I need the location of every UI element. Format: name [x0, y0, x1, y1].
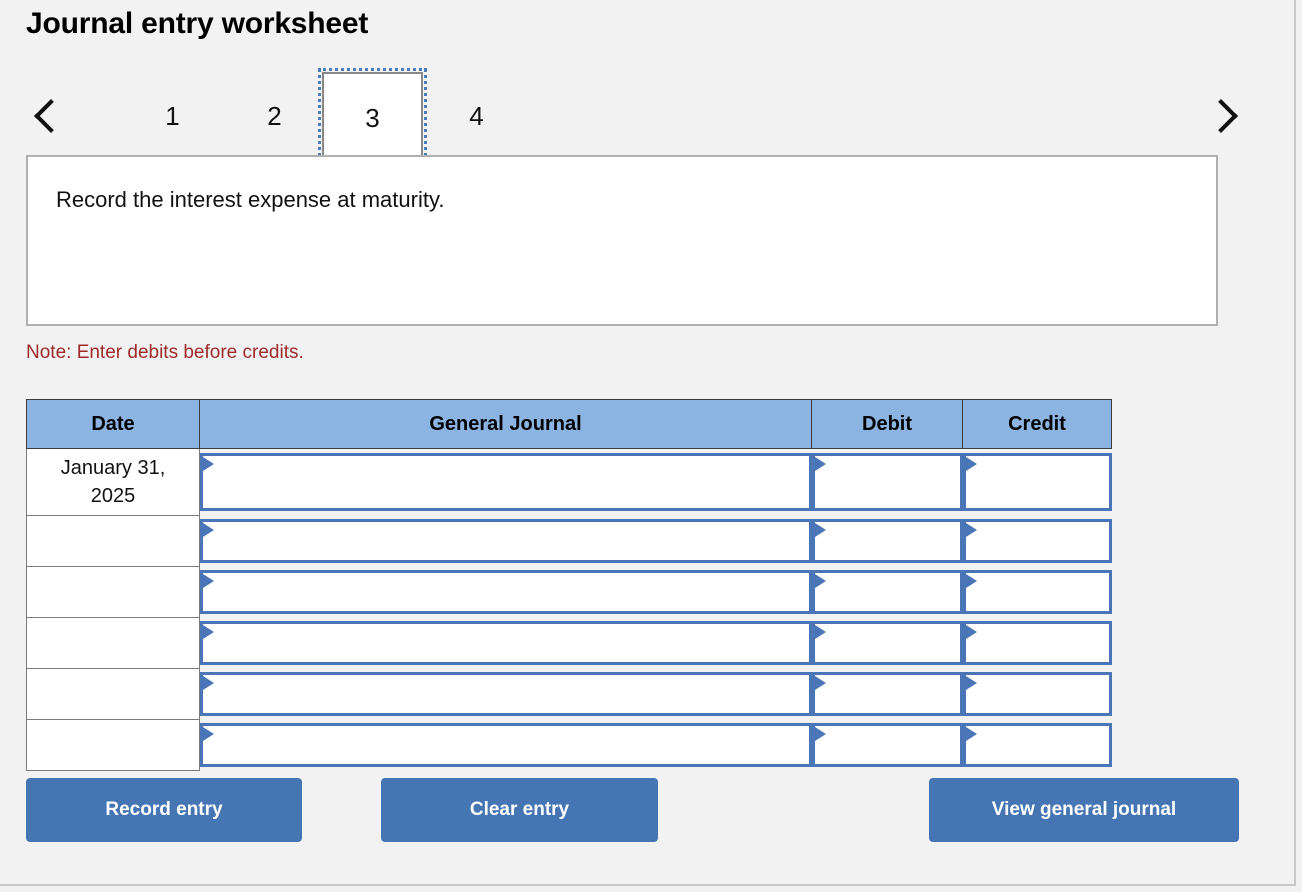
debit-input[interactable]	[811, 453, 963, 512]
dropdown-triangle-icon	[814, 676, 826, 690]
clear-entry-button[interactable]: Clear entry	[381, 778, 658, 842]
dropdown-triangle-icon	[965, 625, 977, 639]
page-title: Journal entry worksheet	[26, 7, 369, 40]
account-input[interactable]	[200, 621, 812, 665]
debit-input[interactable]	[811, 570, 963, 614]
dropdown-triangle-icon	[814, 727, 826, 741]
debit-input[interactable]	[811, 672, 963, 716]
dropdown-triangle-icon	[203, 676, 214, 690]
cell-debit[interactable]	[811, 719, 963, 771]
page-tab-2[interactable]: 2	[224, 72, 325, 160]
table-row: January 31, 2025	[26, 448, 1112, 516]
dropdown-triangle-icon	[965, 574, 977, 588]
cell-credit[interactable]	[962, 617, 1112, 669]
credit-input[interactable]	[962, 570, 1112, 614]
table-row	[26, 719, 1112, 771]
cell-date[interactable]	[26, 617, 200, 669]
instruction-text: Record the interest expense at maturity.	[56, 187, 445, 212]
cell-credit[interactable]	[962, 719, 1112, 771]
cell-date[interactable]	[26, 566, 200, 618]
page-tab-3[interactable]: 3	[318, 68, 427, 164]
credit-input[interactable]	[962, 672, 1112, 716]
dropdown-triangle-icon	[814, 574, 826, 588]
debit-input[interactable]	[811, 621, 963, 665]
dropdown-triangle-icon	[814, 457, 826, 472]
cell-debit[interactable]	[811, 566, 963, 618]
account-input[interactable]	[200, 723, 812, 767]
cell-debit[interactable]	[811, 617, 963, 669]
cell-credit[interactable]	[962, 566, 1112, 618]
view-general-journal-button[interactable]: View general journal	[929, 778, 1239, 842]
column-header-date: Date	[26, 399, 200, 449]
cell-date[interactable]: January 31, 2025	[26, 448, 200, 516]
cell-debit[interactable]	[811, 668, 963, 720]
page-tab-4[interactable]: 4	[426, 72, 527, 160]
dropdown-triangle-icon	[203, 457, 214, 472]
record-entry-button[interactable]: Record entry	[26, 778, 302, 842]
credit-input[interactable]	[962, 621, 1112, 665]
credit-input[interactable]	[962, 453, 1112, 512]
credit-input[interactable]	[962, 723, 1112, 767]
table-header-row: Date General Journal Debit Credit	[26, 399, 1112, 449]
dropdown-triangle-icon	[965, 457, 977, 472]
column-header-general-journal: General Journal	[199, 399, 812, 449]
cell-date[interactable]	[26, 515, 200, 567]
table-row	[26, 515, 1112, 567]
instruction-panel: Record the interest expense at maturity.	[26, 155, 1218, 326]
chevron-left-icon	[34, 99, 68, 133]
table-row	[26, 566, 1112, 618]
dropdown-triangle-icon	[203, 727, 214, 741]
table-row	[26, 668, 1112, 720]
cell-debit[interactable]	[811, 515, 963, 567]
pagination-bar: 1 2 3 4	[26, 68, 1246, 164]
debit-input[interactable]	[811, 723, 963, 767]
cell-credit[interactable]	[962, 515, 1112, 567]
dropdown-triangle-icon	[965, 676, 977, 690]
cell-general-journal[interactable]	[199, 566, 812, 618]
dropdown-triangle-icon	[814, 625, 826, 639]
cell-credit[interactable]	[962, 448, 1112, 516]
cell-general-journal[interactable]	[199, 617, 812, 669]
cell-credit[interactable]	[962, 668, 1112, 720]
cell-date[interactable]	[26, 719, 200, 771]
dropdown-triangle-icon	[965, 727, 977, 741]
cell-general-journal[interactable]	[199, 448, 812, 516]
account-input[interactable]	[200, 453, 812, 512]
debits-before-credits-note: Note: Enter debits before credits.	[26, 342, 304, 363]
column-header-credit: Credit	[962, 399, 1112, 449]
dropdown-triangle-icon	[814, 523, 826, 537]
worksheet-page: Journal entry worksheet 1 2 3 4 Record t…	[0, 0, 1296, 886]
account-input[interactable]	[200, 519, 812, 563]
credit-input[interactable]	[962, 519, 1112, 563]
cell-date[interactable]	[26, 668, 200, 720]
debit-input[interactable]	[811, 519, 963, 563]
previous-page-button[interactable]	[26, 72, 70, 160]
next-page-button[interactable]	[1202, 72, 1246, 160]
account-input[interactable]	[200, 672, 812, 716]
page-tab-1[interactable]: 1	[122, 72, 223, 160]
dropdown-triangle-icon	[203, 523, 214, 537]
table-row	[26, 617, 1112, 669]
cell-general-journal[interactable]	[199, 515, 812, 567]
column-header-debit: Debit	[811, 399, 963, 449]
dropdown-triangle-icon	[203, 625, 214, 639]
chevron-right-icon	[1204, 99, 1238, 133]
cell-debit[interactable]	[811, 448, 963, 516]
cell-general-journal[interactable]	[199, 719, 812, 771]
journal-entry-table: Date General Journal Debit Credit Januar…	[26, 399, 1112, 771]
cell-general-journal[interactable]	[199, 668, 812, 720]
dropdown-triangle-icon	[965, 523, 977, 537]
dropdown-triangle-icon	[203, 574, 214, 588]
account-input[interactable]	[200, 570, 812, 614]
